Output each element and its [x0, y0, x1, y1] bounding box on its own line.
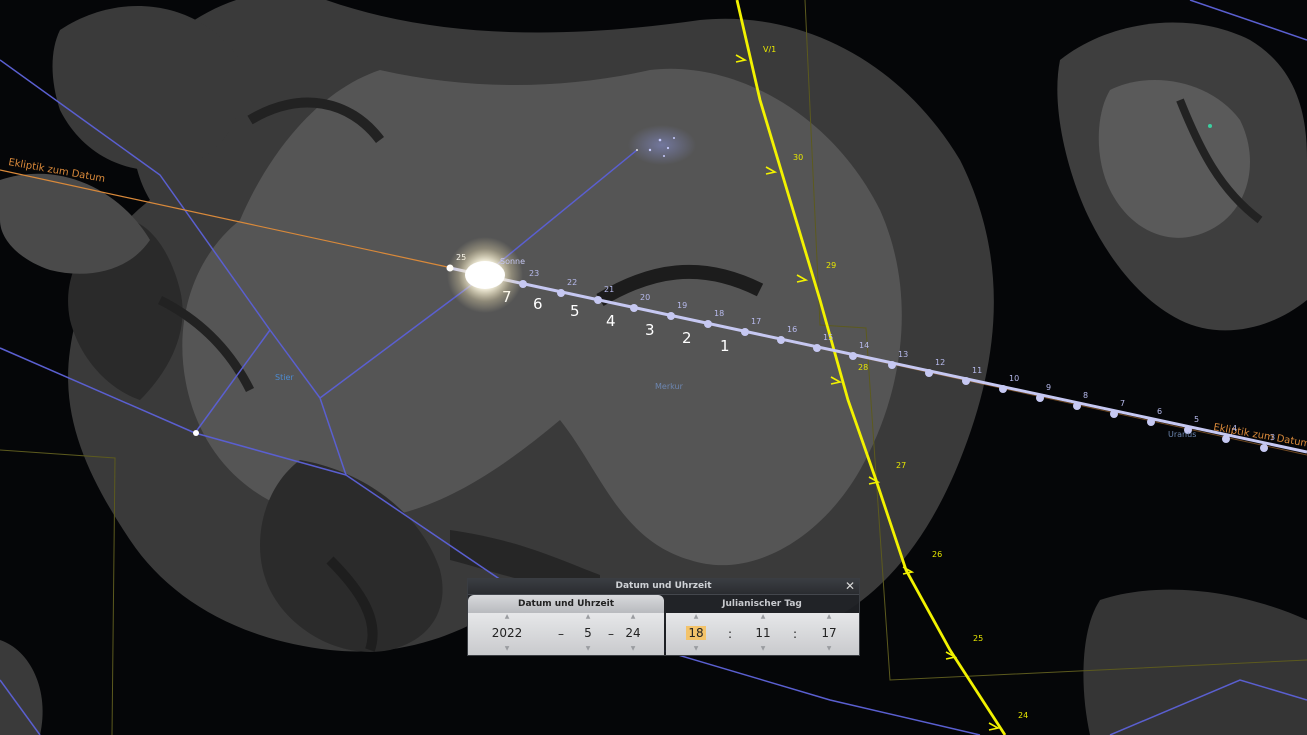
month-value[interactable]: 5 [573, 621, 603, 645]
sun-track-dot [1036, 394, 1044, 402]
sun-track-label: 16 [787, 325, 797, 334]
sun-track-dot [630, 304, 638, 312]
sun-track-label: 21 [604, 285, 614, 294]
sun-track-label: 15 [823, 333, 833, 342]
sun-track-label: 23 [529, 269, 539, 278]
constellation-label-taurus: Stier [275, 373, 294, 382]
minute-value[interactable]: 11 [748, 621, 778, 645]
sun-track-dot [813, 344, 821, 352]
second-down-icon[interactable]: ▼ [814, 645, 844, 653]
sun-track-label: 22 [567, 278, 577, 287]
sun-track-label: 4 [1232, 424, 1237, 433]
yellow-track-label: 26 [932, 550, 942, 559]
sun-track-label: 6 [1157, 407, 1162, 416]
hour-spinner[interactable]: ▲ 18 ▼ [681, 613, 711, 655]
sun-label: Sonne [500, 257, 525, 266]
sun-track-label: 13 [898, 350, 908, 359]
year-up-icon[interactable]: ▲ [482, 613, 532, 621]
day-value[interactable]: 24 [618, 621, 648, 645]
date-separator: – [608, 627, 614, 641]
sun-track-label: 18 [714, 309, 724, 318]
time-panel: ▲ 18 ▼ : ▲ 11 ▼ : ▲ 17 ▼ [666, 613, 859, 655]
month-down-icon[interactable]: ▼ [573, 645, 603, 653]
hour-up-icon[interactable]: ▲ [681, 613, 711, 621]
month-up-icon[interactable]: ▲ [573, 613, 603, 621]
second-value[interactable]: 17 [814, 621, 844, 645]
sun-track-label: 10 [1009, 374, 1019, 383]
yellow-track-label: 29 [826, 261, 836, 270]
second-up-icon[interactable]: ▲ [814, 613, 844, 621]
dialog-title: Datum und Uhrzeit [615, 581, 712, 591]
sun-track-dot [777, 336, 785, 344]
sun-track-label: 14 [859, 341, 869, 350]
sun-track-dot [704, 320, 712, 328]
sun-track-label: 3 [1270, 433, 1275, 442]
day-marker-label: 2 [682, 329, 692, 347]
date-time-dialog: Datum und Uhrzeit ✕ Datum und Uhrzeit Ju… [467, 578, 860, 656]
sun-track-dot [999, 385, 1007, 393]
date-separator: – [558, 627, 564, 641]
sun-track-dot [1260, 444, 1268, 452]
yellow-track-label: V/1 [763, 45, 776, 54]
sun-track-dot [1222, 435, 1230, 443]
second-spinner[interactable]: ▲ 17 ▼ [814, 613, 844, 655]
sun-track-dot [667, 312, 675, 320]
minute-spinner[interactable]: ▲ 11 ▼ [748, 613, 778, 655]
sun-track-dot [962, 377, 970, 385]
close-icon[interactable]: ✕ [845, 579, 855, 594]
sun-track-dot [1073, 402, 1081, 410]
sun-track-label: 12 [935, 358, 945, 367]
day-marker-label: 5 [570, 302, 580, 320]
day-marker-label: 3 [645, 321, 655, 339]
year-spinner[interactable]: ▲ 2022 ▼ [482, 613, 532, 655]
sun-track-label: 5 [1194, 415, 1199, 424]
tab-julian-day[interactable]: Julianischer Tag [665, 595, 859, 613]
sun-track-dot [1147, 418, 1155, 426]
hour-value-wrap[interactable]: 18 [681, 621, 711, 645]
minute-down-icon[interactable]: ▼ [748, 645, 778, 653]
time-separator: : [728, 627, 733, 641]
sun-track-label: 17 [751, 317, 761, 326]
time-separator: : [793, 627, 798, 641]
pleiades-cluster [628, 125, 696, 165]
yellow-track-label: 28 [858, 363, 868, 372]
dialog-tabs: Datum und Uhrzeit Julianischer Tag [468, 595, 859, 613]
yellow-track-label: 30 [793, 153, 803, 162]
month-spinner[interactable]: ▲ 5 ▼ [573, 613, 603, 655]
day-marker-label: 4 [606, 312, 616, 330]
day-down-icon[interactable]: ▼ [618, 645, 648, 653]
year-down-icon[interactable]: ▼ [482, 645, 532, 653]
hour-value[interactable]: 18 [686, 626, 706, 640]
sun-track-dot [925, 369, 933, 377]
minute-up-icon[interactable]: ▲ [748, 613, 778, 621]
sun-track-label: 8 [1083, 391, 1088, 400]
tab-date-time[interactable]: Datum und Uhrzeit [468, 595, 664, 613]
yellow-track-label: 24 [1018, 711, 1028, 720]
sun-track-dot [741, 328, 749, 336]
day-marker-label: 6 [533, 295, 543, 313]
day-up-icon[interactable]: ▲ [618, 613, 648, 621]
sun-track-dot [849, 352, 857, 360]
sun-track-dot [557, 289, 565, 297]
day-marker-label: 1 [720, 337, 730, 355]
dialog-titlebar[interactable]: Datum und Uhrzeit ✕ [468, 579, 859, 595]
sun-track-dot [594, 296, 602, 304]
sun-track-label: 7 [1120, 399, 1125, 408]
date-panel: ▲ 2022 ▼ – ▲ 5 ▼ – ▲ 24 ▼ [468, 613, 664, 655]
sun-track-dot [1110, 410, 1118, 418]
sun-track-dot [888, 361, 896, 369]
day-spinner[interactable]: ▲ 24 ▼ [618, 613, 648, 655]
sun-track-label: 9 [1046, 383, 1051, 392]
mercury-label: Merkur [655, 382, 684, 391]
sun-track-label: 11 [972, 366, 982, 375]
yellow-track-label: 25 [973, 634, 983, 643]
sun-track-label: 20 [640, 293, 650, 302]
yellow-track-label: 27 [896, 461, 906, 470]
year-value[interactable]: 2022 [482, 621, 532, 645]
uranus-label: Uranus [1168, 430, 1196, 439]
hour-down-icon[interactable]: ▼ [681, 645, 711, 653]
sun-track-label: 19 [677, 301, 687, 310]
